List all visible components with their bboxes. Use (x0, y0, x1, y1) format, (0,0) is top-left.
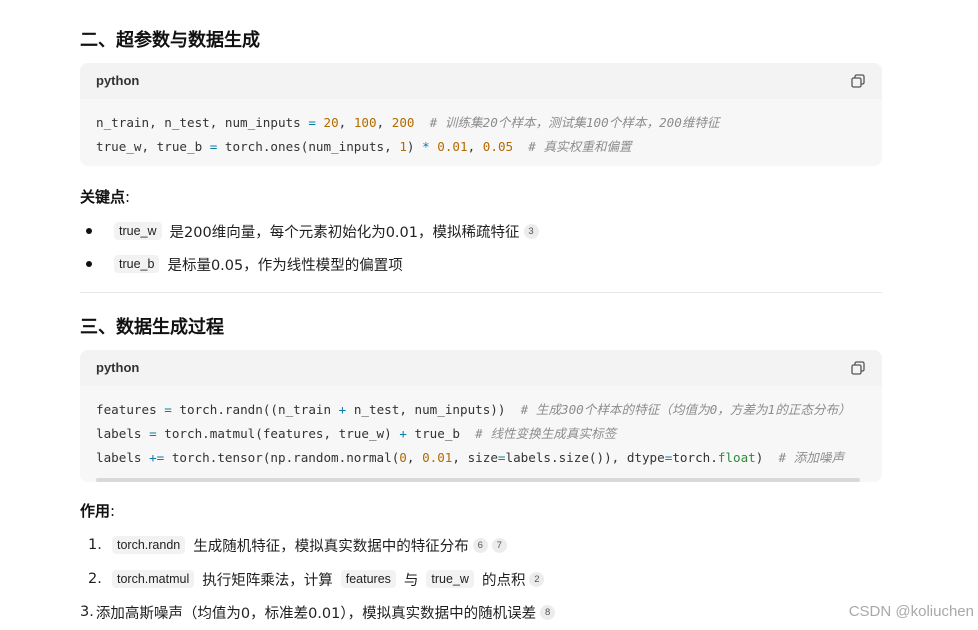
keypoints-label: 关键点 (80, 188, 126, 206)
citation-badge[interactable]: 7 (491, 537, 507, 553)
section-heading-hyperparams: 二、超参数与数据生成 (80, 30, 260, 51)
code-content[interactable]: n_train, n_test, num_inputs = 20, 100, 2… (80, 99, 882, 159)
code-block-header: python (80, 350, 882, 386)
code-line: true_w, true_b = torch.ones(num_inputs, … (96, 135, 866, 159)
code-line: features = torch.randn((n_train + n_test… (96, 398, 866, 422)
list-item-text: 执行矩阵乘法，计算 (202, 572, 333, 589)
code-token: = (308, 115, 316, 130)
bullet-dot (86, 261, 92, 267)
code-token: torch.ones(num_inputs, (217, 139, 400, 154)
inline-code-chip: features (340, 570, 396, 588)
code-content[interactable]: features = torch.randn((n_train + n_test… (80, 386, 882, 470)
code-token: ) (755, 450, 779, 465)
code-token: = (149, 426, 157, 441)
code-token: + (399, 426, 407, 441)
code-token: , (376, 115, 392, 130)
bullet-dot (86, 228, 92, 234)
code-token: torch. (672, 450, 718, 465)
list-item-text: 生成随机特征，模拟真实数据中的特征分布 (193, 538, 469, 555)
code-block-header: python (80, 63, 882, 99)
code-token: # 训练集20个样本，测试集100个样本，200维特征 (414, 115, 720, 130)
code-token: torch.matmul(features, true_w) (156, 426, 400, 441)
code-token: # 添加噪声 (778, 450, 845, 465)
inline-code-chip: true_w (426, 570, 474, 588)
list-item: 3. 添加高斯噪声（均值为0，标准差0.01），模拟真实数据中的随机误差 8 (80, 601, 556, 623)
list-item: 1. torch.randn 生成随机特征，模拟真实数据中的特征分布 6 7 (80, 534, 507, 556)
code-line: labels += torch.tensor(np.random.normal(… (96, 446, 866, 470)
citation-badge[interactable]: 2 (529, 571, 545, 587)
code-token: 0 (399, 450, 407, 465)
copy-icon[interactable] (850, 73, 866, 89)
code-token: 20 (323, 115, 339, 130)
code-token: n_test, num_inputs)) (346, 402, 521, 417)
code-token: ) (406, 139, 423, 154)
list-item-text: 的点积 (481, 572, 526, 589)
list-item: 2. torch.matmul 执行矩阵乘法，计算 features 与 tru… (80, 568, 545, 590)
code-token: 1 (399, 139, 407, 154)
code-token: 0.01 (437, 139, 468, 154)
inline-code-chip: torch.matmul (112, 570, 195, 588)
code-token: float (717, 450, 756, 465)
code-token: # 生成300个样本的特征（均值为0，方差为1的正态分布） (520, 402, 851, 417)
code-token: torch.randn((n_train (171, 402, 339, 417)
code-token: 200 (391, 115, 415, 130)
effect-label: 作用 (80, 502, 111, 520)
code-token: 0.05 (482, 139, 514, 154)
citation-badge[interactable]: 6 (472, 537, 488, 553)
section-divider (80, 292, 882, 293)
code-token: * (422, 139, 430, 154)
keypoints-colon: : (125, 188, 131, 206)
list-item-text: 与 (403, 572, 419, 589)
code-token: n_train, n_test, num_inputs (96, 115, 309, 130)
list-number: 3. (80, 604, 94, 620)
code-token: labels (96, 426, 150, 441)
watermark: CSDN @koliuchen (848, 603, 974, 620)
code-token: true_b (406, 426, 476, 441)
code-block-hyperparams: python n_train, n_test, num_inputs = 20,… (80, 63, 882, 166)
inline-code-chip: true_w (114, 222, 162, 240)
code-token: = (497, 450, 506, 465)
code-language-label: python (96, 360, 140, 375)
list-number: 1. (88, 537, 102, 553)
citation-badge[interactable]: 8 (540, 604, 556, 620)
copy-icon[interactable] (850, 360, 866, 376)
code-line: labels = torch.matmul(features, true_w) … (96, 422, 866, 446)
list-item-text: 是标量0.05，作为线性模型的偏置项 (167, 257, 403, 274)
code-token: labels (96, 450, 150, 465)
effect-colon: : (110, 502, 116, 520)
code-token: , (406, 450, 423, 465)
list-item-text: 添加高斯噪声（均值为0，标准差0.01），模拟真实数据中的随机误差 (95, 605, 537, 622)
code-token: # 真实权重和偏置 (513, 139, 632, 154)
code-token: , size (452, 450, 498, 465)
list-number: 2. (88, 571, 102, 587)
code-token: 0.01 (422, 450, 453, 465)
list-item: true_b 是标量0.05，作为线性模型的偏置项 (80, 253, 403, 275)
effect-heading: 作用: (80, 500, 115, 521)
code-token: , (338, 115, 354, 130)
citation-badge[interactable]: 3 (523, 223, 539, 239)
code-token: 100 (353, 115, 377, 130)
horizontal-scrollbar[interactable] (96, 478, 860, 482)
code-block-data-generation: python features = torch.randn((n_train +… (80, 350, 882, 482)
code-token: += (149, 450, 165, 465)
code-token: features (96, 402, 165, 417)
code-token: = (164, 402, 172, 417)
code-token: torch.tensor(np.random.normal( (164, 450, 400, 465)
list-item-text: 是200维向量，每个元素初始化为0.01，模拟稀疏特征 (169, 224, 520, 241)
code-token: labels.size()), dtype (505, 450, 665, 465)
code-language-label: python (96, 73, 140, 88)
code-token: true_w, true_b (96, 139, 210, 154)
inline-code-chip: true_b (114, 255, 160, 273)
keypoints-heading: 关键点: (80, 186, 130, 207)
section-heading-data-generation: 三、数据生成过程 (80, 317, 224, 338)
list-item: true_w 是200维向量，每个元素初始化为0.01，模拟稀疏特征 3 (80, 220, 539, 242)
code-line: n_train, n_test, num_inputs = 20, 100, 2… (96, 111, 866, 135)
code-token: # 线性变换生成真实标签 (475, 426, 617, 441)
inline-code-chip: torch.randn (112, 536, 186, 554)
code-token: , (467, 139, 483, 154)
